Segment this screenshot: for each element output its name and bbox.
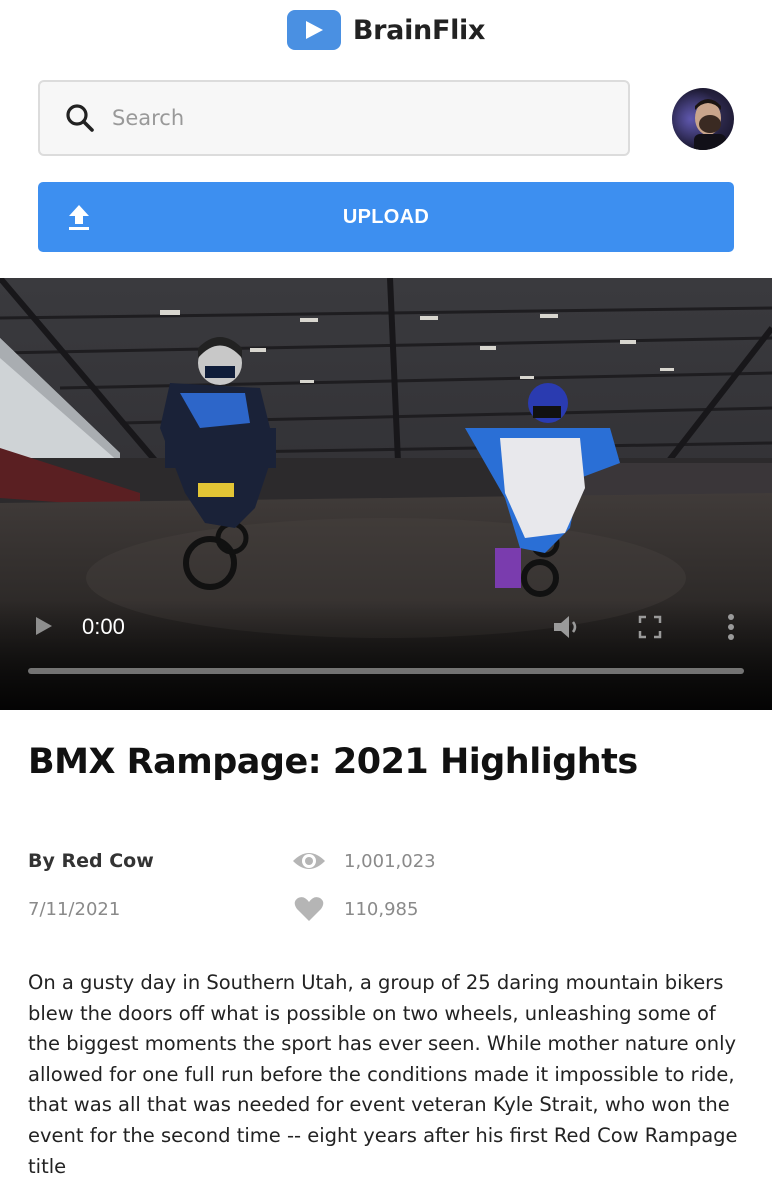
progress-bar[interactable] bbox=[28, 668, 744, 674]
logo-play-icon[interactable] bbox=[286, 10, 341, 50]
upload-icon bbox=[64, 202, 94, 232]
views-count: 1,001,023 bbox=[344, 850, 436, 872]
more-vertical-icon[interactable] bbox=[724, 613, 738, 641]
play-icon[interactable] bbox=[32, 615, 54, 637]
search-row bbox=[38, 80, 734, 156]
search-box[interactable] bbox=[38, 80, 630, 156]
current-time: 0:00 bbox=[82, 614, 125, 639]
upload-button[interactable]: UPLOAD bbox=[38, 182, 734, 252]
video-author: By Red Cow bbox=[28, 850, 154, 872]
views-stat: 1,001,023 bbox=[292, 849, 436, 873]
video-date: 7/11/2021 bbox=[28, 899, 121, 920]
upload-label: UPLOAD bbox=[342, 205, 430, 228]
eye-icon bbox=[292, 849, 326, 873]
fullscreen-icon[interactable] bbox=[638, 615, 662, 639]
volume-icon[interactable] bbox=[552, 614, 582, 640]
video-title: BMX Rampage: 2021 Highlights bbox=[28, 742, 638, 782]
video-description: On a gusty day in Southern Utah, a group… bbox=[28, 971, 738, 1178]
brand-name[interactable]: BrainFlix bbox=[353, 15, 486, 46]
heart-icon[interactable] bbox=[292, 897, 326, 921]
app-header: BrainFlix bbox=[0, 0, 772, 60]
video-player[interactable]: 0:00 bbox=[0, 278, 772, 710]
search-input[interactable] bbox=[112, 106, 592, 130]
likes-stat: 110,985 bbox=[292, 897, 418, 921]
search-icon bbox=[60, 98, 100, 138]
likes-count: 110,985 bbox=[344, 898, 419, 920]
user-avatar[interactable] bbox=[672, 88, 734, 150]
